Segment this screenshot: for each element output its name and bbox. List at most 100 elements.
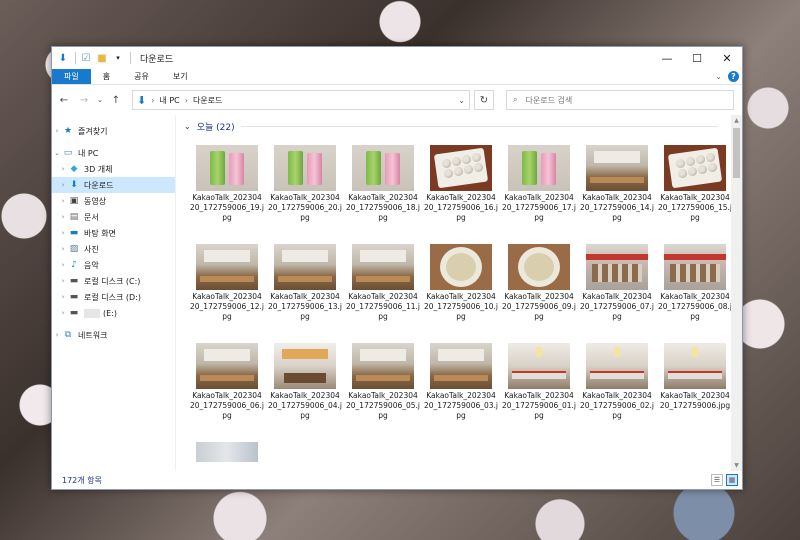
group-header-today[interactable]: ⌄ 오늘 (22) (182, 115, 742, 137)
tab-view[interactable]: 보기 (161, 69, 200, 84)
file-name: KakaoTalk_20230420_172759006_09.jpg (502, 292, 577, 321)
chevron-right-icon[interactable]: › (52, 127, 62, 135)
address-dropdown-icon[interactable]: ⌄ (458, 96, 465, 105)
file-item[interactable]: KakaoTalk_20230420_172759006_11.jpg (344, 242, 422, 341)
chevron-right-icon[interactable]: › (58, 245, 68, 253)
tab-file[interactable]: 파일 (52, 69, 91, 84)
nav-item-network[interactable]: › ⧉ 네트워크 (52, 327, 175, 343)
nav-item-music[interactable]: › ♪ 음악 (52, 257, 175, 273)
maximize-icon: ☐ (692, 51, 702, 65)
expand-ribbon-icon[interactable]: ⌄ (715, 72, 722, 81)
breadcrumb-this-pc[interactable]: 내 PC (159, 95, 179, 106)
scrollbar-thumb[interactable] (733, 128, 740, 178)
forward-button[interactable]: → (76, 91, 92, 109)
file-name: KakaoTalk_20230420_172759006_11.jpg (346, 292, 421, 321)
nav-item-downloads[interactable]: › ⬇ 다운로드 (52, 177, 175, 193)
quick-access-dropdown-icon[interactable]: ▾ (111, 51, 125, 65)
nav-item-documents[interactable]: › ▤ 문서 (52, 209, 175, 225)
nav-item-desktop[interactable]: › ▬ 바탕 화면 (52, 225, 175, 241)
file-item[interactable]: KakaoTalk_20230420_172759006_05.jpg (344, 341, 422, 440)
file-item[interactable]: KakaoTalk_20230420_172759006_19.jpg (188, 143, 266, 242)
file-item[interactable]: KakaoTalk_20230420_172759006_07.jpg (578, 242, 656, 341)
file-item[interactable]: KakaoTalk_20230420_172759006_16.jpg (422, 143, 500, 242)
file-item[interactable]: KakaoTalk_20230420_172759006_20.jpg (266, 143, 344, 242)
file-item[interactable]: KakaoTalk_20230420_172759006_02.jpg (578, 341, 656, 440)
file-item[interactable]: KakaoTalk_20230420_172759006_01.jpg (500, 341, 578, 440)
chevron-right-icon[interactable]: › (58, 165, 68, 173)
nav-item-videos[interactable]: › ▣ 동영상 (52, 193, 175, 209)
file-item[interactable]: KakaoTalk_20230420_172759006_06.jpg (188, 341, 266, 440)
chevron-right-icon[interactable]: › (58, 277, 68, 285)
large-icons-view-button[interactable]: ▦ (726, 474, 738, 486)
file-item[interactable]: KakaoTalk_20230420_172759006_09.jpg (500, 242, 578, 341)
thumbnail-detail (676, 159, 685, 168)
chevron-right-icon[interactable]: › (58, 229, 68, 237)
close-button[interactable]: ✕ (712, 47, 742, 69)
nav-item-quick-access[interactable]: › ★ 즐겨찾기 (52, 123, 175, 139)
nav-item-pictures[interactable]: › ▨ 사진 (52, 241, 175, 257)
separator (130, 52, 131, 64)
thumbnail-detail (442, 159, 451, 168)
search-input[interactable] (525, 95, 706, 105)
chevron-down-icon[interactable]: ⌄ (52, 149, 62, 157)
file-item[interactable]: KakaoTalk_20230420_172759006_04.jpg (266, 341, 344, 440)
tab-home[interactable]: 홈 (91, 69, 122, 84)
help-icon[interactable]: ? (728, 71, 739, 82)
thumbnail-detail (668, 371, 722, 379)
chevron-right-icon[interactable]: › (58, 293, 68, 301)
address-bar[interactable]: ⬇ › 내 PC › 다운로드 ⌄ (132, 90, 470, 110)
nav-label: 문서 (84, 212, 99, 222)
file-item[interactable]: KakaoTalk_20230420_172759006_14.jpg (578, 143, 656, 242)
file-item[interactable]: KakaoTalk_20230420_172759006_17.jpg (500, 143, 578, 242)
up-button[interactable]: ↑ (108, 91, 124, 109)
file-item[interactable]: KakaoTalk_20230420_172759006_13.jpg (266, 242, 344, 341)
nav-item-local-disk-c[interactable]: › ▬ 로컬 디스크 (C:) (52, 273, 175, 289)
chevron-down-icon[interactable]: ⌄ (184, 122, 191, 131)
thumbnail-detail (360, 349, 406, 361)
image-thumbnail (664, 244, 726, 290)
recent-locations-button[interactable]: ⌄ (96, 91, 104, 109)
back-button[interactable]: ← (56, 91, 72, 109)
chevron-right-icon[interactable]: › (58, 261, 68, 269)
breadcrumb-downloads[interactable]: 다운로드 (193, 95, 222, 106)
scroll-down-icon[interactable]: ▼ (731, 460, 742, 471)
details-view-button[interactable]: ☰ (711, 474, 723, 486)
separator (75, 52, 76, 64)
chevron-right-icon[interactable]: › (58, 181, 68, 189)
chevron-right-icon[interactable]: › (52, 331, 62, 339)
file-item[interactable]: KakaoTalk_20230420_172759006_10.jpg (422, 242, 500, 341)
image-thumbnail (586, 145, 648, 191)
view-buttons: ☰ ▦ (711, 474, 742, 486)
thumbnail-detail (356, 276, 410, 282)
file-item[interactable]: KakaoTalk_20230420_172759006_18.jpg (344, 143, 422, 242)
file-item-partial[interactable] (188, 440, 266, 471)
minimize-button[interactable]: — (652, 47, 682, 69)
search-box[interactable]: ⌕ (506, 90, 734, 110)
thumbnail-detail (664, 254, 726, 260)
chevron-right-icon[interactable]: › (58, 213, 68, 221)
refresh-button[interactable]: ↻ (474, 90, 494, 110)
chevron-right-icon[interactable]: › (58, 197, 68, 205)
thumbnail-detail (434, 375, 488, 381)
file-item[interactable]: KakaoTalk_20230420_172759006_12.jpg (188, 242, 266, 341)
navigation-pane: › ★ 즐겨찾기 ⌄ ▭ 내 PC › ◆ 3D 개체 › ⬇ 다운로드 › ▣… (52, 115, 176, 471)
nav-item-this-pc[interactable]: ⌄ ▭ 내 PC (52, 145, 175, 161)
file-name: KakaoTalk_20230420_172759006_05.jpg (346, 391, 421, 420)
nav-item-local-disk-d[interactable]: › ▬ 로컬 디스크 (D:) (52, 289, 175, 305)
scroll-up-icon[interactable]: ▲ (731, 115, 742, 126)
file-item[interactable]: KakaoTalk_20230420_172759006_08.jpg (656, 242, 734, 341)
chevron-right-icon[interactable]: › (58, 309, 68, 317)
new-folder-icon[interactable]: ■ (95, 51, 109, 65)
star-icon: ★ (63, 126, 73, 136)
properties-icon[interactable]: ☑ (79, 51, 93, 65)
vertical-scrollbar[interactable]: ▲ ▼ (731, 115, 742, 471)
file-item[interactable]: KakaoTalk_20230420_172759006_15.jpg (656, 143, 734, 242)
nav-item-3d-objects[interactable]: › ◆ 3D 개체 (52, 161, 175, 177)
thumbnail-grid: KakaoTalk_20230420_172759006_19.jpg Kakao… (182, 143, 742, 471)
nav-item-drive-e[interactable]: › ▬ (E:) (52, 305, 175, 321)
tab-share[interactable]: 공유 (122, 69, 161, 84)
file-item[interactable]: KakaoTalk_20230420_172759006.jpg (656, 341, 734, 440)
desktop-icon: ▬ (69, 228, 79, 238)
file-item[interactable]: KakaoTalk_20230420_172759006_03.jpg (422, 341, 500, 440)
maximize-button[interactable]: ☐ (682, 47, 712, 69)
